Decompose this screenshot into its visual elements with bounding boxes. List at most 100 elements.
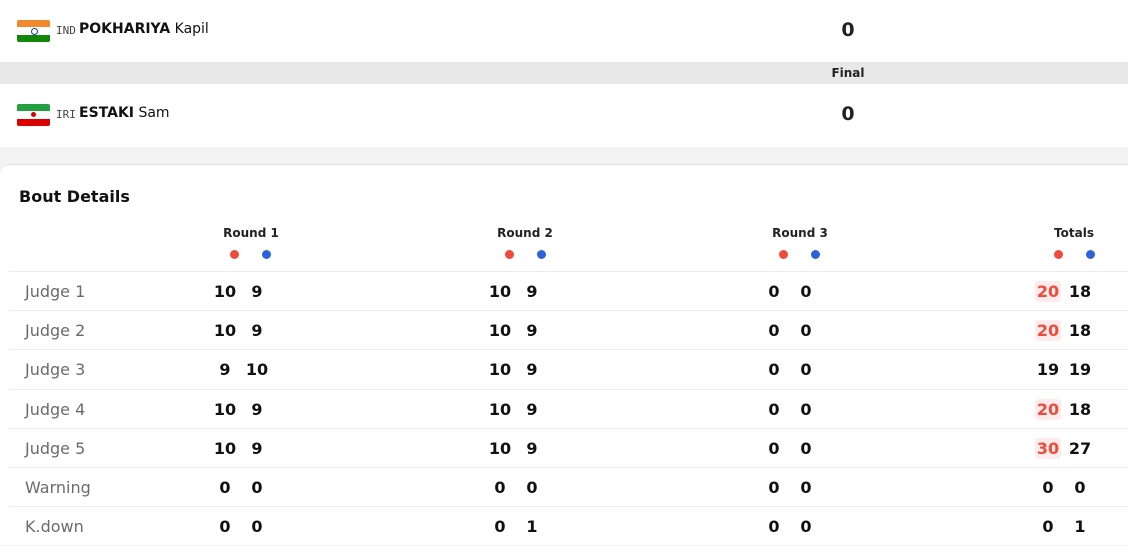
red-corner-dot-icon — [505, 250, 514, 259]
round-score-cell: 0 — [251, 517, 263, 537]
round-score-cell: 0 — [800, 360, 812, 380]
round-score-cell: 0 — [494, 517, 506, 537]
india-flag-icon — [17, 20, 50, 42]
athlete-score: 0 — [841, 19, 855, 41]
round-score-cell: 9 — [251, 438, 263, 458]
column-header-round-2: Round 2 — [497, 226, 553, 240]
round-score-cell: 9 — [251, 399, 263, 419]
bout-details-title: Bout Details — [19, 187, 130, 206]
athlete-country: IND — [56, 24, 76, 37]
round-score-cell: 0 — [800, 438, 812, 458]
round-score-cell: 9 — [526, 360, 538, 380]
total-score-cell: 19 — [1068, 360, 1092, 380]
red-corner-dot-icon — [779, 250, 788, 259]
round-score-cell: 0 — [768, 517, 780, 537]
table-row: Judge 5 10 9 10 9 0 0 30 27 — [9, 427, 1128, 468]
red-corner-dot-icon — [230, 250, 239, 259]
row-label: Judge 4 — [25, 399, 86, 419]
athlete-name: ESTAKI Sam — [79, 105, 170, 121]
total-score-cell: 18 — [1068, 282, 1092, 301]
total-score-cell: 0 — [1042, 517, 1054, 537]
round-score-cell: 0 — [219, 517, 231, 537]
round-score-cell: 0 — [800, 399, 812, 419]
round-score-cell: 9 — [526, 438, 538, 458]
row-label: Judge 3 — [25, 360, 86, 380]
round-score-cell: 0 — [494, 478, 506, 497]
table-row: Judge 3 9 10 10 9 0 0 19 19 — [9, 349, 1128, 389]
round-score-cell: 0 — [800, 517, 812, 537]
round-score-cell: 0 — [800, 321, 812, 341]
round-score-cell: 0 — [768, 438, 780, 458]
athlete-first-name: Kapil — [174, 21, 209, 37]
round-score-cell: 10 — [213, 282, 237, 301]
total-score-cell: 20 — [1035, 398, 1061, 420]
total-score-cell: 0 — [1042, 478, 1054, 497]
round-score-cell: 9 — [526, 321, 538, 341]
bout-result-card: IND POKHARIYA Kapil 0 Final IRI ESTAKI S… — [0, 0, 1128, 147]
iran-flag-icon — [17, 104, 50, 126]
table-row: Judge 2 10 9 10 9 0 0 20 18 — [9, 310, 1128, 350]
round-score-cell: 10 — [213, 438, 237, 458]
row-label: Warning — [25, 478, 91, 497]
round-score-cell: 9 — [526, 282, 538, 301]
column-header-round-3: Round 3 — [772, 226, 828, 240]
athlete-country: IRI — [56, 108, 76, 121]
round-score-cell: 1 — [526, 517, 538, 537]
table-row: Judge 4 10 9 10 9 0 0 20 18 — [9, 388, 1128, 429]
total-score-cell: 18 — [1068, 399, 1092, 419]
total-score-cell: 18 — [1068, 321, 1092, 341]
round-score-cell: 0 — [219, 478, 231, 497]
round-score-cell: 0 — [768, 478, 780, 497]
round-score-cell: 10 — [213, 321, 237, 341]
table-row: Judge 1 10 9 10 9 0 0 20 18 — [9, 271, 1128, 311]
round-score-cell: 0 — [768, 399, 780, 419]
athlete-row-blue[interactable]: IRI ESTAKI Sam 0 — [0, 84, 1128, 146]
round-score-cell: 9 — [526, 399, 538, 419]
blue-corner-dot-icon — [1086, 250, 1095, 259]
round-score-cell: 10 — [488, 321, 512, 341]
total-score-cell: 19 — [1036, 360, 1060, 380]
round-score-cell: 0 — [800, 478, 812, 497]
round-score-cell: 10 — [213, 399, 237, 419]
column-header-totals: Totals — [1054, 226, 1094, 240]
round-score-cell: 10 — [488, 360, 512, 380]
bout-details-card: Bout Details Round 1 Round 2 Round 3 Tot… — [0, 164, 1128, 545]
total-score-cell: 30 — [1035, 437, 1061, 459]
blue-corner-dot-icon — [262, 250, 271, 259]
athlete-score: 0 — [841, 103, 855, 125]
total-score-cell: 27 — [1068, 438, 1092, 458]
athlete-last-name: ESTAKI — [79, 105, 135, 121]
table-row: Warning 0 0 0 0 0 0 0 0 — [9, 467, 1128, 507]
total-score-cell: 20 — [1035, 320, 1061, 342]
row-label: K.down — [25, 517, 84, 537]
bout-status-bar: Final — [0, 62, 1128, 84]
round-score-cell: 0 — [768, 360, 780, 380]
athlete-first-name: Sam — [138, 105, 170, 121]
table-row: K.down 0 0 0 1 0 0 0 1 — [9, 506, 1128, 546]
round-score-cell: 10 — [488, 399, 512, 419]
total-score-cell: 20 — [1035, 281, 1061, 302]
total-score-cell: 1 — [1074, 517, 1086, 537]
round-score-cell: 0 — [768, 282, 780, 301]
round-score-cell: 0 — [526, 478, 538, 497]
round-score-cell: 0 — [251, 478, 263, 497]
round-score-cell: 9 — [251, 282, 263, 301]
round-score-cell: 9 — [251, 321, 263, 341]
row-label: Judge 1 — [25, 282, 86, 301]
blue-corner-dot-icon — [811, 250, 820, 259]
blue-corner-dot-icon — [537, 250, 546, 259]
row-label: Judge 2 — [25, 321, 86, 341]
row-label: Judge 5 — [25, 438, 86, 458]
total-score-cell: 0 — [1074, 478, 1086, 497]
round-score-cell: 9 — [219, 360, 231, 380]
bout-status-label: Final — [831, 66, 865, 80]
athlete-row-red[interactable]: IND POKHARIYA Kapil 0 — [0, 0, 1128, 62]
athlete-last-name: POKHARIYA — [79, 21, 171, 37]
round-score-cell: 0 — [800, 282, 812, 301]
round-score-cell: 10 — [488, 282, 512, 301]
round-score-cell: 0 — [768, 321, 780, 341]
round-score-cell: 10 — [245, 360, 269, 380]
athlete-name: POKHARIYA Kapil — [79, 21, 209, 37]
red-corner-dot-icon — [1054, 250, 1063, 259]
column-header-round-1: Round 1 — [223, 226, 279, 240]
